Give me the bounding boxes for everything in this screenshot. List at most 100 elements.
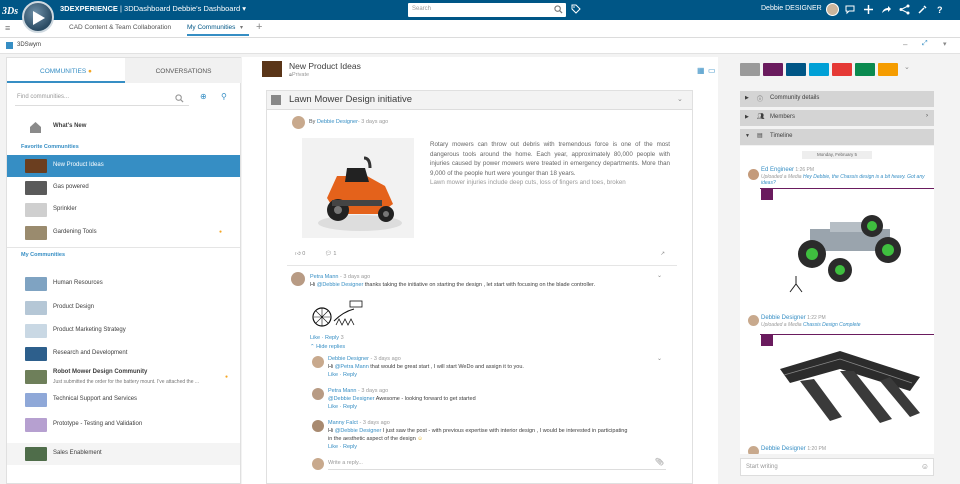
community-sprinkler[interactable]: Sprinkler [7,199,240,221]
3ds-logo-icon[interactable]: 3Ds [2,3,18,17]
question-app-icon[interactable] [832,63,852,76]
timeline-author[interactable]: Ed Engineer [761,167,794,173]
user-avatar[interactable] [826,3,839,16]
post-title[interactable]: Lawn Mower Design initiative [289,94,412,105]
hide-replies-link[interactable]: ⌃ Hide replies [310,344,345,350]
compass-icon[interactable] [22,1,54,33]
timeline-avatar[interactable] [748,315,759,326]
reply-reply-link[interactable]: Reply [343,444,357,450]
network-share-icon[interactable] [899,4,910,15]
reply-reply-link[interactable]: Reply [343,404,357,410]
tab-conversations[interactable]: CONVERSATIONS [125,58,242,83]
community-thumbnail [25,324,47,338]
mention-link[interactable]: @Debbie Designer [328,396,375,402]
mention-link[interactable]: @Debbie Designer [317,282,364,288]
reply-like-link[interactable]: Like [328,444,338,450]
members-section[interactable]: ▶ 👥︎ Members › [740,110,934,126]
community-prototype-testing[interactable]: Prototype - Testing and Validation [7,414,240,436]
community-visibility: 🔒︎Private [289,72,310,78]
community-gardening-tools[interactable]: Gardening Tools ● [7,222,240,244]
community-gas-powered[interactable]: Gas powered [7,177,240,199]
find-communities-input[interactable]: Find communities... [15,90,189,106]
community-technical-support[interactable]: Technical Support and Services [7,389,240,411]
grid-view-icon[interactable]: ▦ [697,66,705,75]
comment-icon[interactable]: 💬︎ [325,251,332,257]
community-product-design[interactable]: Product Design [7,297,240,319]
timeline-author[interactable]: Debbie Designer [761,446,806,452]
start-writing-input[interactable]: Start writing ☺ [740,458,934,476]
user-name[interactable]: Debbie DESIGNER [761,5,822,12]
tab-communities[interactable]: COMMUNITIES ● [7,58,125,83]
reply-avatar[interactable] [312,420,324,432]
reply-author[interactable]: Manny Falct [328,420,358,426]
post-author-avatar[interactable] [292,116,305,129]
post-image-mower[interactable] [302,138,414,238]
attachment-icon[interactable]: 📎︎ [655,458,664,466]
filter-icon[interactable]: ⚲ [221,92,227,101]
add-community-icon[interactable]: ⊕ [200,92,207,101]
share-icon[interactable]: ↗ [660,251,665,257]
reply-like-link[interactable]: Like [328,404,338,410]
comment-avatar[interactable] [291,272,305,286]
reply-author[interactable]: Petra Mann [328,388,356,394]
chevron-down-icon[interactable]: ▾ [242,4,246,13]
media-app-icon[interactable] [763,63,783,76]
idea-app-icon[interactable] [809,63,829,76]
notes-app-icon[interactable] [740,63,760,76]
timeline-avatar[interactable] [748,446,759,454]
reply-reply-link[interactable]: Reply [343,372,357,378]
timeline-avatar[interactable] [748,169,759,180]
community-new-product-ideas[interactable]: New Product Ideas [7,155,240,177]
whats-new-item[interactable]: What's New [7,116,240,138]
hamburger-icon[interactable]: ≡ [5,23,10,33]
search-icon[interactable] [175,94,184,103]
author-link[interactable]: Debbie Designer [317,119,358,125]
community-sidebar: ⌄ ▶ ⓘ Community details ▶ 👥︎ Members › ▼… [719,57,960,484]
slideshow-icon[interactable]: ▭ [708,66,716,75]
tag-icon[interactable] [571,4,581,14]
reply-avatar[interactable] [312,388,324,400]
help-icon[interactable]: ? [935,4,946,15]
comment-menu-chevron-icon[interactable]: ⌄ [657,272,662,279]
reply-menu-chevron-icon[interactable]: ⌄ [657,355,662,362]
share-arrow-icon[interactable] [881,4,892,15]
comment-reply-link[interactable]: Reply [325,335,339,341]
comment-author[interactable]: Petra Mann [310,274,338,280]
like-icon[interactable]: 👍︎ [295,251,301,257]
post-menu-chevron-icon[interactable]: ⌄ [677,95,683,103]
survey-app-icon[interactable] [878,63,898,76]
mention-link[interactable]: @Debbie Designer [335,428,382,434]
wedo-app-icon[interactable] [786,63,806,76]
chassis-render-image[interactable] [780,204,920,294]
chassis-frame-image[interactable] [770,341,930,439]
add-tab-icon[interactable]: + [256,21,262,33]
write-reply-input[interactable]: Write a reply... [328,457,666,470]
svg-text:3Ds: 3Ds [2,6,18,17]
minimize-icon[interactable]: – [903,40,907,49]
reply-author[interactable]: Debbie Designer [328,356,369,362]
more-apps-chevron-icon[interactable]: ⌄ [904,63,910,76]
community-details-section[interactable]: ▶ ⓘ Community details [740,91,934,107]
search-input[interactable]: Search [408,3,566,17]
community-human-resources[interactable]: Human Resources [7,273,240,295]
reply-avatar[interactable] [312,356,324,368]
tab-cad-content[interactable]: CAD Content & Team Collaboration [69,24,171,31]
tab-menu-chevron-icon[interactable]: ▾ [240,24,243,31]
chat-icon[interactable] [845,4,856,15]
reply-like-link[interactable]: Like [328,372,338,378]
timeline-section[interactable]: ▼ ▤ Timeline [740,129,934,145]
community-sales-enablement[interactable]: Sales Enablement [7,443,240,465]
comment-like-link[interactable]: Like [310,335,320,341]
add-icon[interactable] [863,4,874,15]
widget-menu-icon[interactable]: ▾ [943,40,947,48]
emoji-icon[interactable]: ☺ [921,462,929,471]
community-research-development[interactable]: Research and Development [7,343,240,365]
search-icon[interactable] [554,5,563,14]
timeline-author[interactable]: Debbie Designer [761,315,806,321]
community-product-marketing[interactable]: Product Marketing Strategy [7,320,240,342]
expand-icon[interactable]: ⤢ [922,40,928,48]
wiki-app-icon[interactable] [855,63,875,76]
blade-sketch-image[interactable] [310,295,366,329]
mention-link[interactable]: @Petra Mann [335,364,369,370]
tools-icon[interactable] [917,4,928,15]
